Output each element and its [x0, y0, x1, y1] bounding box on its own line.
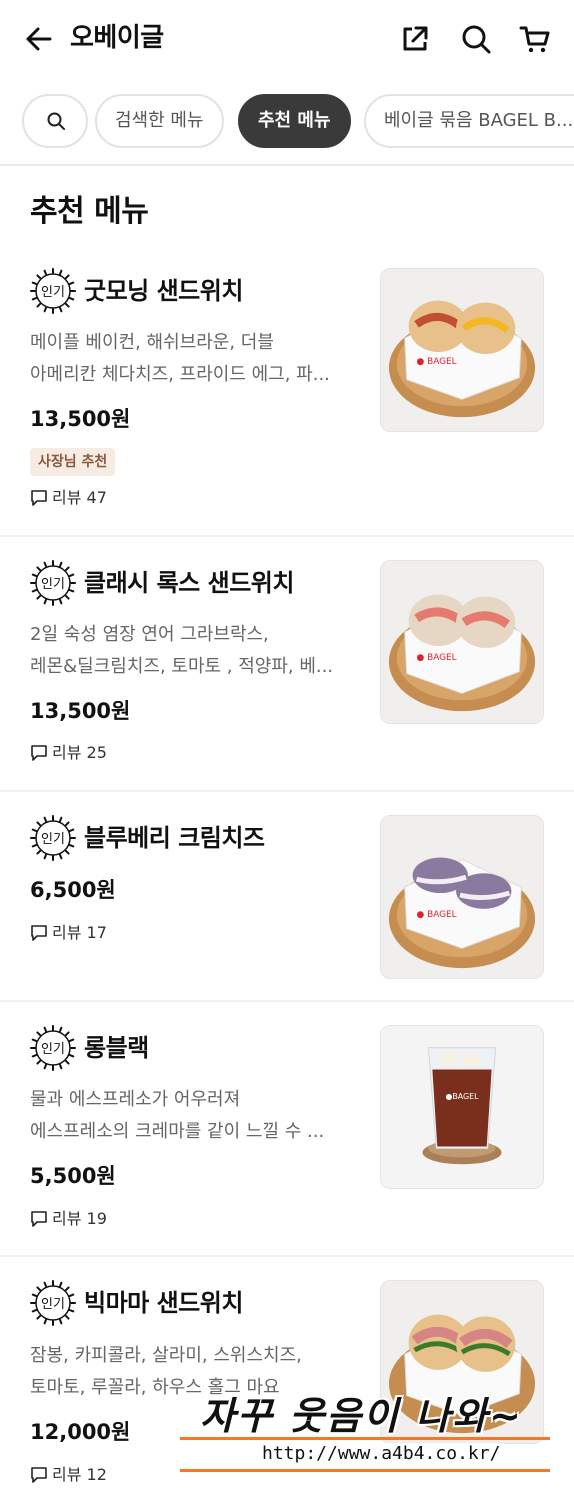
item-desc-line: 물과 에스프레소가 어우러져	[30, 1089, 241, 1110]
item-price: 6,500원	[30, 878, 116, 902]
header-divider	[0, 164, 574, 166]
review-label: 리뷰 47	[52, 488, 107, 507]
popular-badge-icon: 인기	[30, 268, 76, 314]
share-icon[interactable]	[398, 22, 432, 56]
cart-icon[interactable]	[518, 22, 552, 56]
item-desc-line: 아메리칸 체다치즈, 프라이드 에그, 파...	[30, 364, 330, 385]
item-name: 빅마마 샌드위치	[84, 1289, 243, 1317]
chip-bagel-bundle[interactable]: 베이글 묶음 BAGEL B...	[364, 94, 574, 148]
item-price: 13,500원	[30, 699, 131, 723]
review-label: 리뷰 17	[52, 923, 107, 942]
popular-badge-icon: 인기	[30, 560, 76, 606]
popular-badge-label: 인기	[41, 1297, 65, 1312]
popular-badge-icon: 인기	[30, 815, 76, 861]
watermark-text: 자꾸 웃음이 나와~	[200, 1394, 524, 1438]
item-divider	[0, 1000, 574, 1002]
item-price: 5,500원	[30, 1164, 116, 1188]
svg-text:● BAGEL: ● BAGEL	[417, 357, 457, 367]
item-name: 블루베리 크림치즈	[84, 824, 265, 852]
svg-text:● BAGEL: ● BAGEL	[417, 910, 457, 920]
item-divider	[0, 535, 574, 537]
store-title: 오베이글	[70, 23, 164, 53]
comment-icon	[31, 1467, 47, 1483]
item-name: 클래시 록스 샌드위치	[84, 569, 294, 597]
popular-badge-label: 인기	[41, 577, 65, 592]
popular-badge-icon: 인기	[30, 1280, 76, 1326]
watermark-line	[180, 1469, 550, 1472]
search-icon[interactable]	[459, 22, 493, 56]
item-desc-line: 레몬&딜크림치즈, 토마토 , 적양파, 베...	[30, 656, 334, 677]
chip-search-button[interactable]	[22, 94, 88, 148]
item-name: 롱블랙	[84, 1034, 149, 1062]
back-arrow-icon[interactable]	[22, 22, 56, 56]
item-price: 13,500원	[30, 407, 131, 431]
item-description: 물과 에스프레소가 어우러져 에스프레소의 크레마를 같이 느낄 수 ...	[30, 1084, 360, 1148]
svg-text:●BAGEL: ●BAGEL	[445, 1092, 479, 1101]
item-name: 굿모닝 샌드위치	[84, 277, 243, 305]
comment-icon	[31, 925, 47, 941]
item-desc-line: 2일 숙성 염장 연어 그라브락스,	[30, 624, 269, 645]
chip-searched-menu[interactable]: 검색한 메뉴	[95, 94, 224, 148]
app-header: 오베이글	[0, 0, 574, 80]
section-title: 추천 메뉴	[30, 194, 149, 229]
item-desc-line: 에스프레소의 크레마를 같이 느낄 수 ...	[30, 1121, 325, 1142]
watermark: 자꾸 웃음이 나와~ http://www.a4b4.co.kr/	[180, 1385, 574, 1500]
review-count[interactable]: 리뷰 17	[30, 921, 107, 945]
popular-badge-label: 인기	[41, 832, 65, 847]
item-divider	[0, 790, 574, 792]
item-desc-line: 잠봉, 카피콜라, 살라미, 스위스치즈,	[30, 1345, 302, 1366]
item-photo-sandwich: ● BAGEL	[380, 268, 544, 432]
review-label: 리뷰 12	[52, 1465, 107, 1484]
owner-recommend-tag: 사장님 추천	[30, 448, 116, 476]
item-description: 2일 숙성 염장 연어 그라브락스, 레몬&딜크림치즈, 토마토 , 적양파, …	[30, 619, 360, 683]
svg-text:● BAGEL: ● BAGEL	[417, 653, 457, 663]
comment-icon	[31, 490, 47, 506]
popular-badge-label: 인기	[41, 285, 65, 300]
item-desc-line: 메이플 베이컨, 해쉬브라운, 더블	[30, 332, 274, 353]
popular-badge-label: 인기	[41, 1042, 65, 1057]
watermark-url: http://www.a4b4.co.kr/	[258, 1443, 505, 1464]
review-count[interactable]: 리뷰 19	[30, 1207, 107, 1231]
review-label: 리뷰 19	[52, 1209, 107, 1228]
item-description: 메이플 베이컨, 해쉬브라운, 더블 아메리칸 체다치즈, 프라이드 에그, 파…	[30, 327, 360, 391]
popular-badge-icon: 인기	[30, 1025, 76, 1071]
item-photo-blueberry-bagel: ● BAGEL	[380, 815, 544, 979]
comment-icon	[31, 1211, 47, 1227]
review-count[interactable]: 리뷰 25	[30, 741, 107, 765]
review-label: 리뷰 25	[52, 743, 107, 762]
comment-icon	[31, 745, 47, 761]
review-count[interactable]: 리뷰 12	[30, 1463, 107, 1487]
search-icon	[47, 112, 65, 130]
item-photo-lox-sandwich: ● BAGEL	[380, 560, 544, 724]
item-price: 12,000원	[30, 1420, 131, 1444]
item-divider	[0, 1255, 574, 1257]
watermark-line	[180, 1437, 550, 1440]
chip-recommended-menu[interactable]: 추천 메뉴	[238, 94, 351, 148]
review-count[interactable]: 리뷰 47	[30, 486, 107, 510]
item-photo-iced-coffee: ●BAGEL	[380, 1025, 544, 1189]
category-chips: 검색한 메뉴 추천 메뉴 베이글 묶음 BAGEL B...	[0, 94, 574, 150]
